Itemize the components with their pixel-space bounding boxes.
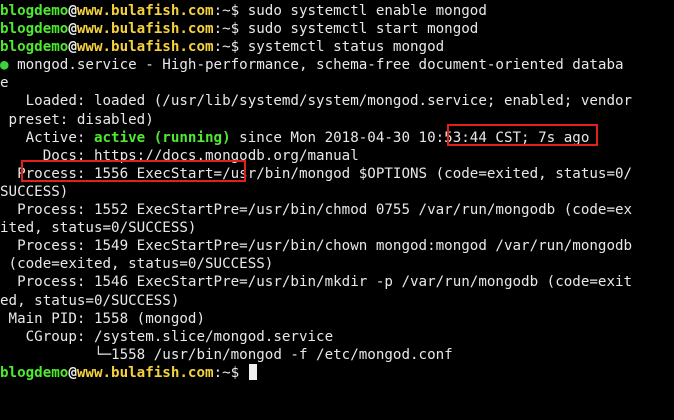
- prompt-at: @: [68, 21, 77, 38]
- process-text: ed, status=0/SUCCESS): [0, 292, 180, 309]
- main-pid: Main PID: 1558 (mongod): [0, 310, 205, 327]
- process-line: Process: 1546 ExecStartPre=/usr/bin/mkdi…: [0, 273, 674, 291]
- process-text: SUCCESS): [0, 183, 69, 200]
- process-text: Process: 1546 ExecStartPre=/usr/bin/mkdi…: [0, 274, 633, 291]
- command-text: sudo systemctl enable mongod: [239, 3, 487, 19]
- cursor-block[interactable]: [248, 363, 257, 380]
- loaded-highlight: service; enabled: [427, 93, 564, 110]
- docs-text: Docs: https://docs.mongodb.org/manual: [0, 147, 359, 164]
- process-line: ited, status=0/SUCCESS): [0, 219, 674, 237]
- prompt-sep: :~$: [213, 21, 240, 38]
- service-title-wrap: e: [0, 74, 674, 92]
- process-text: Process: 1556 ExecStart=/usr/bin/mongod …: [0, 165, 633, 182]
- service-title-cont: e: [0, 75, 9, 92]
- prompt-host: www.bulafish.com: [76, 364, 214, 381]
- process-line: (code=exited, status=0/SUCCESS): [0, 255, 674, 273]
- prompt-at: @: [68, 3, 77, 19]
- active-state: active (running): [93, 129, 231, 146]
- command-text: systemctl status mongod: [239, 39, 445, 56]
- command-line: blogdemo@www.bulafish.com:~$ sudo system…: [0, 20, 674, 38]
- terminal-window[interactable]: blogdemo@www.bulafish.com:~$ sudo system…: [0, 0, 674, 420]
- status-dot-icon: ●: [0, 57, 9, 74]
- active-suffix: since Mon 2018-04-30 10:53:44 CST; 7s ag…: [230, 129, 590, 146]
- cgroup: CGroup: /system.slice/mongod.service: [0, 328, 334, 345]
- prompt-user: blogdemo: [0, 39, 69, 56]
- loaded-line: Loaded: loaded (/usr/lib/systemd/system/…: [0, 92, 674, 110]
- active-line: Active: active (running) since Mon 2018-…: [0, 129, 674, 147]
- cgroup-child: └─1558 /usr/bin/mongod -f /etc/mongod.co…: [0, 346, 453, 363]
- prompt-host: www.bulafish.com: [76, 39, 214, 56]
- loaded-prefix: Loaded: loaded (/usr/lib/systemd/system/…: [0, 93, 428, 110]
- cgroup-child-line: └─1558 /usr/bin/mongod -f /etc/mongod.co…: [0, 346, 674, 364]
- docs-line: Docs: https://docs.mongodb.org/manual: [0, 147, 674, 165]
- command-line: blogdemo@www.bulafish.com:~$ systemctl s…: [0, 38, 674, 56]
- prompt-at: @: [68, 364, 77, 381]
- prompt-user: blogdemo: [0, 3, 69, 19]
- command-text: sudo systemctl start mongod: [239, 21, 479, 38]
- process-line: Process: 1552 ExecStartPre=/usr/bin/chmo…: [0, 201, 674, 219]
- process-text: (code=exited, status=0/SUCCESS): [0, 256, 274, 273]
- prompt-user: blogdemo: [0, 21, 69, 38]
- prompt-sep: :~$: [213, 3, 240, 19]
- prompt-user: blogdemo: [0, 364, 69, 381]
- process-line: ed, status=0/SUCCESS): [0, 292, 674, 310]
- loaded-cont-line: preset: disabled): [0, 111, 674, 129]
- process-line: Process: 1549 ExecStartPre=/usr/bin/chow…: [0, 237, 674, 255]
- process-line: SUCCESS): [0, 183, 674, 201]
- process-text: Process: 1552 ExecStartPre=/usr/bin/chmo…: [0, 202, 633, 219]
- process-text: ited, status=0/SUCCESS): [0, 220, 197, 237]
- process-text: Process: 1549 ExecStartPre=/usr/bin/chow…: [0, 238, 633, 255]
- loaded-suffix: ; vendor: [563, 93, 633, 110]
- command-line[interactable]: blogdemo@www.bulafish.com:~$: [0, 363, 674, 382]
- active-prefix: Active:: [0, 129, 94, 146]
- process-line: Process: 1556 ExecStart=/usr/bin/mongod …: [0, 165, 674, 183]
- prompt-host: www.bulafish.com: [76, 3, 214, 19]
- prompt-sep: :~$: [213, 364, 240, 381]
- prompt-sep: :~$: [213, 39, 240, 56]
- main-pid-line: Main PID: 1558 (mongod): [0, 310, 674, 328]
- cgroup-line: CGroup: /system.slice/mongod.service: [0, 328, 674, 346]
- prompt-host: www.bulafish.com: [76, 21, 214, 38]
- service-title-line: ● mongod.service - High-performance, sch…: [0, 56, 674, 74]
- prompt-at: @: [68, 39, 77, 56]
- service-title: mongod.service - High-performance, schem…: [8, 57, 624, 74]
- command-line: blogdemo@www.bulafish.com:~$ sudo system…: [0, 2, 674, 20]
- loaded-cont: preset: disabled): [0, 111, 154, 128]
